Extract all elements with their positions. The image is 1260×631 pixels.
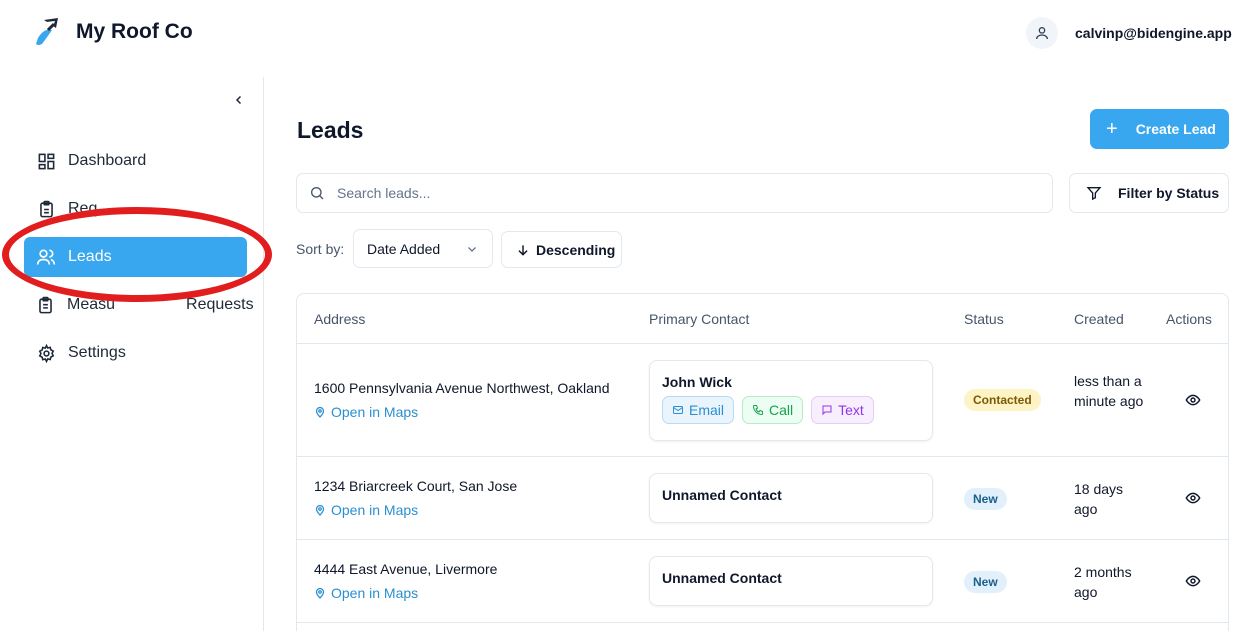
eye-icon	[1185, 573, 1201, 589]
contact-name: Unnamed Contact	[662, 487, 782, 503]
map-pin-icon	[314, 587, 326, 599]
users-icon	[36, 247, 56, 267]
created-time: 18 days ago	[1074, 481, 1124, 517]
sidebar-item-requests[interactable]: Req	[24, 189, 247, 229]
gear-icon	[36, 343, 56, 363]
top-bar: My Roof Co calvinp@bidengine.app	[0, 0, 1260, 70]
create-lead-label: Create Lead	[1135, 121, 1216, 137]
header-created[interactable]: Created	[1074, 311, 1124, 327]
map-pin-icon	[314, 406, 326, 418]
leads-table: Address Primary Contact Status Created A…	[296, 293, 1229, 631]
create-lead-button[interactable]: + Create Lead	[1090, 109, 1229, 149]
open-in-maps-link[interactable]: Open in Maps	[314, 585, 418, 601]
search-box[interactable]	[296, 173, 1053, 213]
header-address[interactable]: Address	[314, 311, 365, 327]
contact-card: John Wick Email Call Text	[649, 360, 933, 441]
sort-select[interactable]: Date Added	[353, 229, 493, 268]
call-label: Call	[769, 402, 794, 418]
clipboard-list-icon	[36, 295, 55, 315]
text-contact-button[interactable]: Text	[811, 396, 874, 424]
lead-address: 1600 Pennsylvania Avenue Northwest, Oakl…	[314, 380, 610, 396]
sidebar: Dashboard Req Leads Measu Requests Setti…	[0, 77, 264, 631]
chevron-left-icon	[233, 94, 245, 106]
user-avatar[interactable]	[1026, 17, 1058, 49]
map-pin-icon	[314, 504, 326, 516]
header-primary-contact[interactable]: Primary Contact	[649, 311, 749, 327]
contact-name: Unnamed Contact	[662, 570, 782, 586]
user-email[interactable]: calvinp@bidengine.app	[1075, 25, 1232, 41]
mail-icon	[672, 404, 684, 416]
sidebar-item-label: Dashboard	[68, 152, 147, 169]
sort-direction-button[interactable]: Descending	[501, 231, 622, 268]
open-in-maps-label: Open in Maps	[331, 404, 419, 420]
table-row[interactable]	[297, 622, 1228, 631]
sidebar-item-label: Leads	[68, 248, 112, 265]
sort-value: Date Added	[367, 240, 441, 257]
table-row[interactable]: 1600 Pennsylvania Avenue Northwest, Oakl…	[297, 343, 1228, 456]
view-lead-button[interactable]	[1184, 572, 1202, 590]
clipboard-icon	[36, 199, 56, 219]
table-row[interactable]: 1234 Briarcreek Court, San Jose Open in …	[297, 456, 1228, 539]
header-actions: Actions	[1166, 311, 1212, 327]
sort-direction-label: Descending	[536, 241, 616, 258]
open-in-maps-label: Open in Maps	[331, 585, 419, 601]
header-status[interactable]: Status	[964, 311, 1004, 327]
sidebar-item-settings[interactable]: Settings	[24, 333, 247, 373]
brand-logo-icon[interactable]	[34, 16, 64, 48]
contact-card: Unnamed Contact	[649, 556, 933, 606]
sidebar-item-label: Measu	[67, 296, 116, 313]
email-label: Email	[689, 402, 725, 418]
arrow-down-icon	[516, 243, 530, 257]
lead-address: 1234 Briarcreek Court, San Jose	[314, 478, 518, 494]
eye-icon	[1185, 392, 1201, 408]
contact-name: John Wick	[662, 374, 732, 390]
message-icon	[821, 404, 833, 416]
phone-icon	[752, 404, 764, 416]
view-lead-button[interactable]	[1184, 391, 1202, 409]
collapse-sidebar-button[interactable]	[230, 91, 248, 109]
lead-address: 4444 East Avenue, Livermore	[314, 561, 498, 577]
email-contact-button[interactable]: Email	[662, 396, 735, 424]
status-badge: New	[964, 488, 1007, 510]
sidebar-item-label: Req	[68, 200, 98, 217]
plus-icon: +	[1106, 118, 1118, 140]
search-icon	[309, 185, 325, 201]
status-badge: Contacted	[964, 389, 1041, 411]
brand-name[interactable]: My Roof Co	[76, 20, 193, 44]
user-icon	[1034, 25, 1050, 41]
view-lead-button[interactable]	[1184, 489, 1202, 507]
contact-card: Unnamed Contact	[649, 473, 933, 523]
page-title: Leads	[297, 117, 364, 143]
open-in-maps-link[interactable]: Open in Maps	[314, 502, 418, 518]
sidebar-item-measurement-requests[interactable]: Measu Requests	[24, 285, 254, 325]
open-in-maps-label: Open in Maps	[331, 502, 419, 518]
sidebar-item-label: Settings	[68, 344, 126, 361]
filter-icon	[1086, 185, 1102, 201]
created-time: less than a minute ago	[1074, 373, 1144, 409]
sidebar-item-dashboard[interactable]: Dashboard	[24, 141, 247, 181]
chevron-down-icon	[466, 242, 478, 258]
open-in-maps-link[interactable]: Open in Maps	[314, 404, 418, 420]
sort-label: Sort by:	[296, 241, 345, 257]
filter-by-status-button[interactable]: Filter by Status	[1069, 173, 1229, 213]
sidebar-item-leads[interactable]: Leads	[24, 237, 247, 277]
sidebar-item-label-tail: Requests	[186, 296, 254, 313]
dashboard-grid-icon	[36, 151, 56, 171]
call-contact-button[interactable]: Call	[742, 396, 804, 424]
eye-icon	[1185, 490, 1201, 506]
status-badge: New	[964, 571, 1007, 593]
text-label: Text	[838, 402, 864, 418]
table-row[interactable]: 4444 East Avenue, Livermore Open in Maps…	[297, 539, 1228, 622]
created-time: 2 months ago	[1074, 564, 1132, 600]
filter-label: Filter by Status	[1118, 185, 1220, 201]
search-input[interactable]	[337, 185, 1017, 201]
